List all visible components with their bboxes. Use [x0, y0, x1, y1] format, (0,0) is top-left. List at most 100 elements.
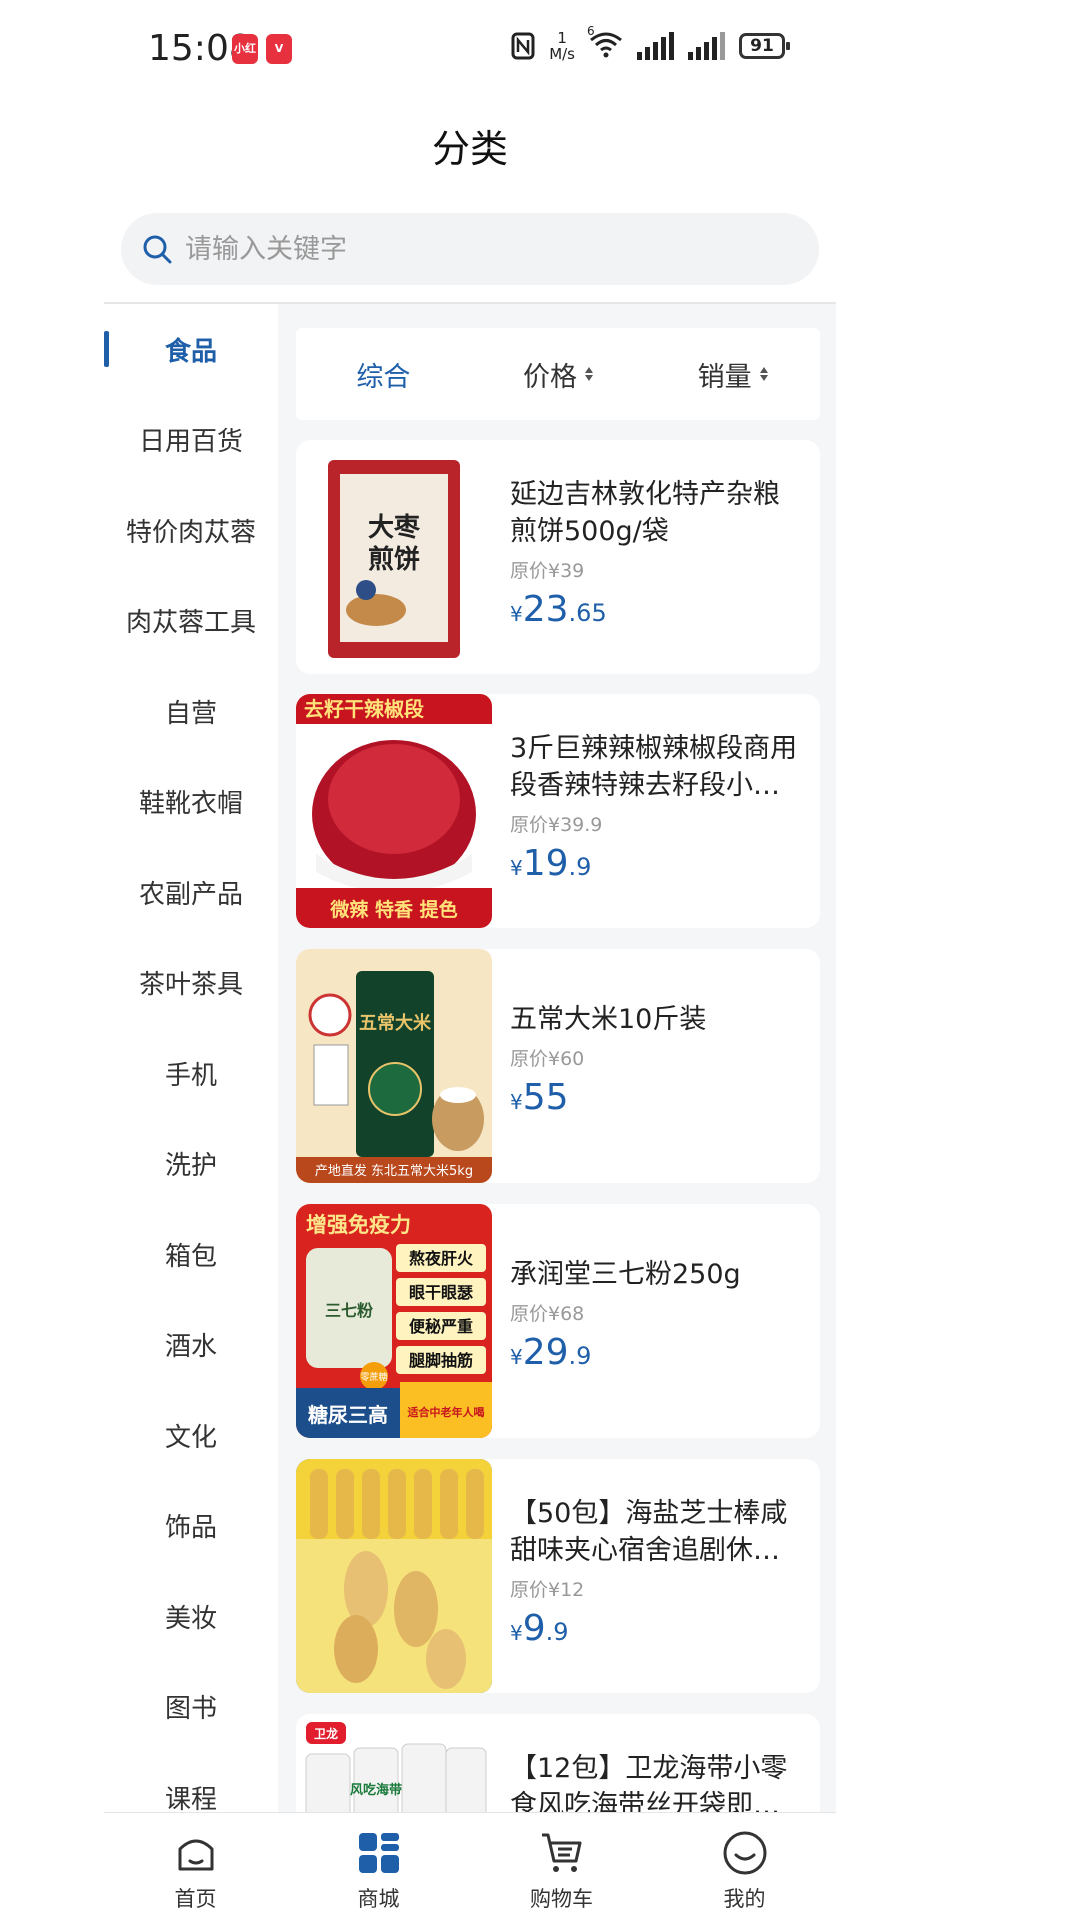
tab-home[interactable]: 首页 — [104, 1813, 287, 1920]
sidebar-item-accessories[interactable]: 饰品 — [104, 1481, 278, 1572]
sidebar-item-apparel[interactable]: 鞋靴衣帽 — [104, 757, 278, 848]
thumb-text: 五常大米 — [359, 1012, 432, 1034]
sidebar-item-courses[interactable]: 课程 — [104, 1752, 278, 1812]
search-bar[interactable] — [121, 213, 819, 285]
sort-tab-sales[interactable]: 销量 — [645, 355, 820, 394]
tab-profile[interactable]: 我的 — [653, 1813, 836, 1920]
product-image: 五常大米 产地直发 东北五常大米5kg — [296, 949, 492, 1183]
product-card[interactable]: 【50包】海盐芝士棒咸甜味夹心宿舍追剧休闲零... 原价¥12 ¥9.9 — [296, 1459, 820, 1693]
video-notification-icon: V — [266, 34, 292, 64]
sort-tab-comprehensive[interactable]: 综合 — [296, 355, 471, 394]
thumb-text: 零蔗糖 — [360, 1371, 387, 1383]
status-icons: 1 M/s 6 91 — [511, 24, 790, 62]
thumb-text: 去籽干辣椒段 — [304, 697, 424, 721]
cheese-stick-icon — [296, 1459, 492, 1693]
product-original-price: 原价¥68 — [510, 1303, 585, 1325]
battery-icon: 91 — [739, 33, 790, 59]
product-card[interactable]: 去籽干辣椒段 微辣 特香 提色 3斤巨辣辣椒辣椒段商用段香辣特辣去籽段小米椒..… — [296, 694, 820, 928]
sort-tab-price[interactable]: 价格 — [471, 355, 646, 394]
sidebar-item-tea[interactable]: 茶叶茶具 — [104, 938, 278, 1029]
pancake-package-icon: 大枣 煎饼 — [296, 440, 492, 674]
product-image — [296, 1459, 492, 1693]
tab-mall[interactable]: 商城 — [287, 1813, 470, 1920]
product-original-price: 原价¥39 — [510, 560, 585, 582]
sidebar-item-food[interactable]: 食品 — [104, 304, 278, 395]
sort-arrows-icon — [585, 367, 593, 381]
price-integer: 55 — [522, 1077, 569, 1118]
product-card[interactable]: 五常大米 产地直发 东北五常大米5kg 五常大米10斤装 原价¥60 ¥55 — [296, 949, 820, 1183]
network-speed-value: 1 — [557, 29, 567, 47]
chili-bowl-icon: 去籽干辣椒段 微辣 特香 提色 — [296, 694, 492, 928]
product-image: 大枣 煎饼 — [296, 440, 492, 674]
tab-label: 购物车 — [530, 1887, 593, 1911]
product-card[interactable]: 大枣 煎饼 延边吉林敦化特产杂粮煎饼500g/袋 原价¥39 ¥23.65 — [296, 440, 820, 674]
product-image: 卫龙 风吃海带 — [296, 1714, 492, 1812]
sidebar-item-self-operated[interactable]: 自营 — [104, 666, 278, 757]
product-card[interactable]: 卫龙 风吃海带 【12包】卫龙海带小零食风吃海带丝开袋即食办... — [296, 1714, 820, 1812]
price-currency: ¥ — [510, 1345, 523, 1369]
cart-icon — [541, 1833, 581, 1872]
tab-cart[interactable]: 购物车 — [470, 1813, 653, 1920]
thumb-text: 增强免疫力 — [306, 1213, 411, 1237]
product-info: 【12包】卫龙海带小零食风吃海带丝开袋即食办... — [510, 1750, 806, 1812]
category-sidebar[interactable]: 食品 日用百货 特价肉苁蓉 肉苁蓉工具 自营 鞋靴衣帽 农副产品 茶叶茶具 手机… — [104, 304, 278, 1812]
product-info: 【50包】海盐芝士棒咸甜味夹心宿舍追剧休闲零... 原价¥12 ¥9.9 — [510, 1495, 806, 1649]
product-name: 【12包】卫龙海带小零食风吃海带丝开袋即食办... — [510, 1753, 788, 1812]
sidebar-item-drinks[interactable]: 酒水 — [104, 1300, 278, 1391]
page-title: 分类 — [431, 127, 508, 171]
home-icon — [178, 1839, 213, 1871]
product-image: 去籽干辣椒段 微辣 特香 提色 — [296, 694, 492, 928]
product-price: ¥55 — [510, 1077, 806, 1118]
network-speed: 1 M/s — [549, 30, 575, 62]
price-integer: 9 — [522, 1608, 546, 1649]
thumb-text: 三七粉 — [325, 1301, 373, 1320]
product-info: 延边吉林敦化特产杂粮煎饼500g/袋 原价¥39 ¥23.65 — [510, 476, 806, 630]
price-decimal: .9 — [545, 1618, 569, 1646]
product-price: ¥23.65 — [510, 589, 806, 630]
price-currency: ¥ — [510, 856, 523, 880]
sort-bar: 综合 价格 销量 — [296, 328, 820, 420]
sidebar-item-phones[interactable]: 手机 — [104, 1028, 278, 1119]
sidebar-item-cistanche-tools[interactable]: 肉苁蓉工具 — [104, 576, 278, 667]
product-panel[interactable]: 综合 价格 销量 大枣 煎饼 延边吉林敦化特产杂粮煎饼500g/袋 原价¥39 — [278, 304, 836, 1812]
product-image: 增强免疫力 三七粉 熬夜肝火 眼干眼瑟 便秘严重 腿脚抽筋 零蔗糖 糖尿三高 适… — [296, 1204, 492, 1438]
sanqi-powder-jar-icon: 增强免疫力 三七粉 熬夜肝火 眼干眼瑟 便秘严重 腿脚抽筋 零蔗糖 糖尿三高 适… — [296, 1204, 492, 1438]
price-integer: 23 — [522, 589, 569, 630]
thumb-text: 腿脚抽筋 — [409, 1351, 473, 1370]
product-name: 延边吉林敦化特产杂粮煎饼500g/袋 — [510, 479, 780, 547]
sidebar-item-farm-products[interactable]: 农副产品 — [104, 847, 278, 938]
product-name: 3斤巨辣辣椒辣椒段商用段香辣特辣去籽段小米椒... — [510, 733, 798, 801]
nfc-icon — [511, 32, 535, 60]
sidebar-item-wash-care[interactable]: 洗护 — [104, 1119, 278, 1210]
bottom-tab-bar: 首页 商城 购物车 我的 — [104, 1812, 836, 1920]
thumb-text: 便秘严重 — [409, 1317, 473, 1336]
product-price: ¥19.9 — [510, 843, 806, 884]
sort-tab-label: 销量 — [697, 361, 752, 393]
signal-icon-2 — [688, 32, 725, 60]
price-currency: ¥ — [510, 602, 523, 626]
thumb-text: 适合中老年人喝 — [408, 1405, 485, 1419]
wifi-label: 6 — [587, 24, 595, 38]
sidebar-item-makeup[interactable]: 美妆 — [104, 1571, 278, 1662]
thumb-text: 糖尿三高 — [308, 1403, 388, 1427]
product-price: ¥29.9 — [510, 1332, 806, 1373]
tab-label: 商城 — [357, 1887, 400, 1911]
price-integer: 19 — [522, 843, 569, 884]
thumb-text: 熬夜肝火 — [409, 1249, 474, 1268]
sidebar-item-books[interactable]: 图书 — [104, 1662, 278, 1753]
sidebar-item-cistanche-special[interactable]: 特价肉苁蓉 — [104, 485, 278, 576]
product-name: 五常大米10斤装 — [510, 1004, 707, 1035]
smile-icon — [723, 1831, 766, 1875]
search-input[interactable] — [185, 233, 745, 265]
price-currency: ¥ — [510, 1090, 523, 1114]
search-icon — [143, 235, 172, 264]
sidebar-item-culture[interactable]: 文化 — [104, 1390, 278, 1481]
product-card[interactable]: 增强免疫力 三七粉 熬夜肝火 眼干眼瑟 便秘严重 腿脚抽筋 零蔗糖 糖尿三高 适… — [296, 1204, 820, 1438]
product-price: ¥9.9 — [510, 1608, 806, 1649]
product-info: 五常大米10斤装 原价¥60 ¥55 — [510, 1001, 806, 1118]
thumb-text: 眼干眼瑟 — [409, 1283, 473, 1302]
sidebar-item-bags[interactable]: 箱包 — [104, 1209, 278, 1300]
sidebar-item-daily-goods[interactable]: 日用百货 — [104, 395, 278, 486]
rice-bag-icon: 五常大米 产地直发 东北五常大米5kg — [296, 949, 492, 1183]
price-integer: 29 — [522, 1332, 569, 1373]
